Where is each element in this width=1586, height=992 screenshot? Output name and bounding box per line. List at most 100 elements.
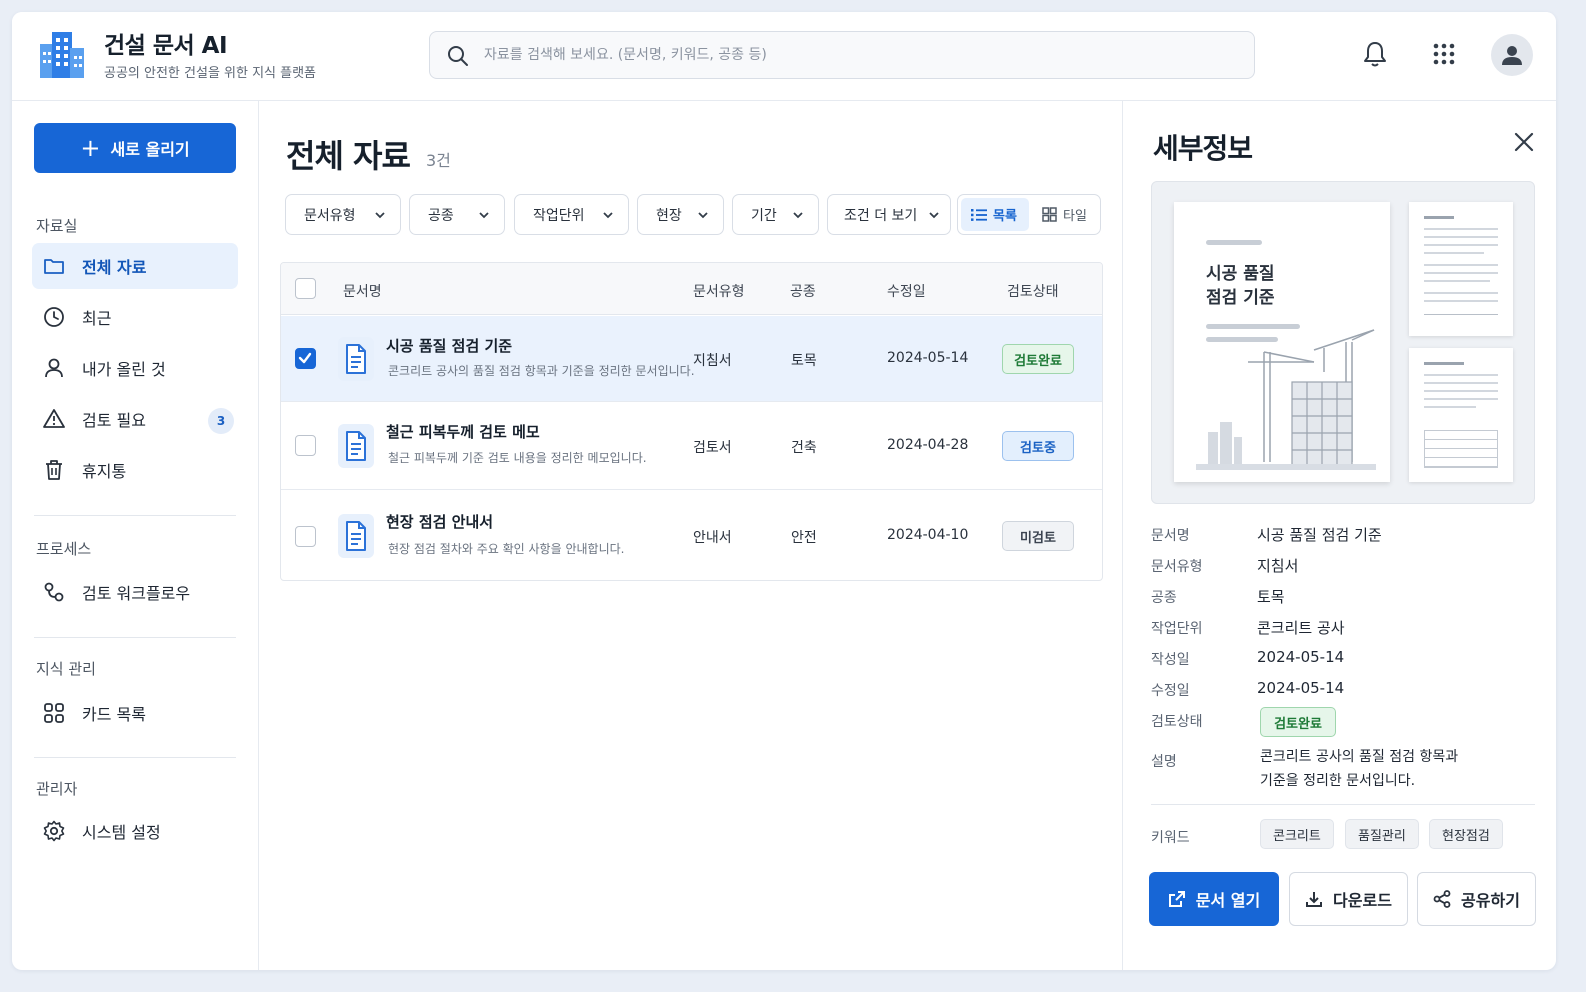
tile-view-label: 타일: [1063, 209, 1087, 224]
row-checkbox[interactable]: [295, 526, 316, 547]
row-modified-date: 2024-04-28: [887, 437, 969, 453]
preview-title-line: 시공 품질: [1206, 264, 1275, 284]
sidebar-item-trash[interactable]: 휴지통: [32, 447, 238, 493]
keyword-tag[interactable]: 현장점검: [1429, 819, 1503, 849]
chevron-down-icon: [375, 211, 385, 218]
app-window: 건설 문서 AI 공공의 안전한 건설을 위한 지식 플랫폼 자료를 검색해 보…: [12, 12, 1556, 970]
document-icon: [338, 514, 374, 558]
filter-period[interactable]: 기간: [732, 194, 819, 235]
row-trade: 안전: [791, 530, 817, 546]
column-header-type[interactable]: 문서유형: [693, 281, 745, 301]
sidebar-item-recent[interactable]: 최근: [32, 294, 238, 340]
app-subtitle: 공공의 안전한 건설을 위한 지식 플랫폼: [104, 66, 317, 81]
sidebar-item-all-documents[interactable]: 전체 자료: [32, 243, 238, 289]
filter-label: 현장: [656, 207, 682, 224]
filter-site[interactable]: 현장: [637, 194, 724, 235]
column-header-trade[interactable]: 공종: [790, 281, 816, 301]
bell-icon[interactable]: [1359, 38, 1391, 70]
preview-title-line: 점검 기준: [1206, 288, 1275, 308]
chevron-down-icon: [698, 211, 708, 218]
row-trade: 건축: [791, 440, 817, 456]
sidebar-item-label: 검토 워크플로우: [82, 584, 191, 603]
table-row[interactable]: 철근 피복두께 검토 메모 철근 피복두께 기준 검토 내용을 정리한 메모입니…: [281, 403, 1102, 490]
page-title: 전체 자료: [286, 137, 411, 175]
meta-label-status: 검토상태: [1151, 714, 1203, 730]
detail-title: 세부정보: [1153, 132, 1253, 165]
column-header-status[interactable]: 검토상태: [1007, 281, 1059, 301]
sidebar-item-card-list[interactable]: 카드 목록: [32, 690, 238, 736]
sidebar-item-my-uploads[interactable]: 내가 올린 것: [32, 345, 238, 391]
gear-icon: [42, 819, 66, 843]
search-bar[interactable]: [429, 31, 1255, 79]
filter-label: 작업단위: [533, 207, 585, 224]
chevron-down-icon: [929, 211, 939, 218]
row-modified-date: 2024-04-10: [887, 527, 969, 543]
external-link-icon: [1168, 891, 1185, 907]
row-title: 철근 피복두께 검토 메모: [386, 423, 540, 441]
upload-button-label: 새로 올리기: [110, 140, 190, 159]
document-preview[interactable]: 시공 품질 점검 기준: [1151, 181, 1535, 504]
building-logo-icon: [40, 32, 84, 78]
keyword-tag[interactable]: 콘크리트: [1260, 819, 1334, 849]
download-button-label: 다운로드: [1333, 891, 1392, 910]
view-toggle: 목록 타일: [957, 194, 1101, 235]
chevron-down-icon: [793, 211, 803, 218]
share-icon: [1433, 890, 1451, 908]
close-icon[interactable]: [1511, 129, 1537, 155]
table-row[interactable]: 현장 점검 안내서 현장 점검 절차와 주요 확인 사항을 안내합니다. 안내서…: [281, 491, 1102, 580]
table-header: 문서명 문서유형 공종 수정일 검토상태: [281, 263, 1102, 315]
meta-value-type: 지침서: [1257, 557, 1299, 575]
sidebar-item-label: 검토 필요: [82, 411, 146, 430]
filter-more-conditions[interactable]: 조건 더 보기: [827, 194, 951, 235]
preview-thumbnail-page: [1409, 202, 1513, 336]
meta-value-modified: 2024-05-14: [1257, 679, 1345, 697]
row-type: 지침서: [693, 353, 732, 369]
apps-grid-icon[interactable]: [1428, 38, 1460, 70]
column-header-name[interactable]: 문서명: [343, 281, 382, 301]
user-icon: [42, 356, 66, 380]
clock-icon: [42, 305, 66, 329]
upload-new-button[interactable]: + 새로 올리기: [34, 123, 236, 173]
meta-label-name: 문서명: [1151, 528, 1190, 544]
keyword-tag[interactable]: 품질관리: [1345, 819, 1419, 849]
tile-icon: [1042, 207, 1057, 222]
table-row[interactable]: 시공 품질 점검 기준 콘크리트 공사의 품질 점검 항목과 기준을 정리한 문…: [281, 316, 1102, 402]
meta-value-trade: 토목: [1257, 588, 1285, 606]
meta-value-name: 시공 품질 점검 기준: [1257, 526, 1382, 544]
meta-label-description: 설명: [1151, 754, 1177, 770]
status-badge: 검토완료: [1002, 344, 1074, 374]
grid-icon: [42, 701, 66, 725]
description-line: 콘크리트 공사의 품질 점검 항목과: [1260, 749, 1459, 765]
meta-label-work-unit: 작업단위: [1151, 621, 1203, 637]
sidebar-item-review-workflow[interactable]: 검토 워크플로우: [32, 569, 238, 615]
open-document-button[interactable]: 문서 열기: [1149, 872, 1279, 926]
filter-trade[interactable]: 공종: [409, 194, 505, 235]
sidebar-item-system-settings[interactable]: 시스템 설정: [32, 808, 238, 854]
sidebar-divider: [34, 515, 236, 516]
row-description: 철근 피복두께 기준 검토 내용을 정리한 메모입니다.: [388, 451, 647, 465]
filter-document-type[interactable]: 문서유형: [285, 194, 401, 235]
list-icon: [971, 208, 987, 221]
user-avatar-icon[interactable]: [1491, 34, 1533, 76]
row-checkbox[interactable]: [295, 348, 316, 369]
tile-view-button[interactable]: 타일: [1032, 198, 1098, 231]
download-button[interactable]: 다운로드: [1289, 872, 1408, 926]
filter-work-unit[interactable]: 작업단위: [514, 194, 629, 235]
download-icon: [1306, 892, 1323, 907]
sidebar-item-needs-review[interactable]: 검토 필요 3: [32, 396, 238, 442]
row-checkbox[interactable]: [295, 435, 316, 456]
meta-label-type: 문서유형: [1151, 559, 1203, 575]
share-button[interactable]: 공유하기: [1417, 872, 1536, 926]
select-all-checkbox[interactable]: [295, 278, 316, 299]
construction-crane-illustration: [1196, 329, 1376, 470]
section-label-process: 프로세스: [36, 540, 92, 558]
meta-label-modified: 수정일: [1151, 683, 1190, 699]
sidebar-item-label: 최근: [82, 309, 112, 328]
column-header-modified[interactable]: 수정일: [887, 281, 926, 301]
search-input[interactable]: [484, 42, 1224, 68]
meta-value-work-unit: 콘크리트 공사: [1257, 619, 1345, 637]
meta-value-created: 2024-05-14: [1257, 648, 1345, 666]
list-view-button[interactable]: 목록: [961, 198, 1029, 231]
main-content: 전체 자료 3건 문서유형 공종 작업단위 현장 기간 조건 더 보기 목록 타…: [260, 101, 1122, 970]
list-view-label: 목록: [993, 209, 1017, 224]
